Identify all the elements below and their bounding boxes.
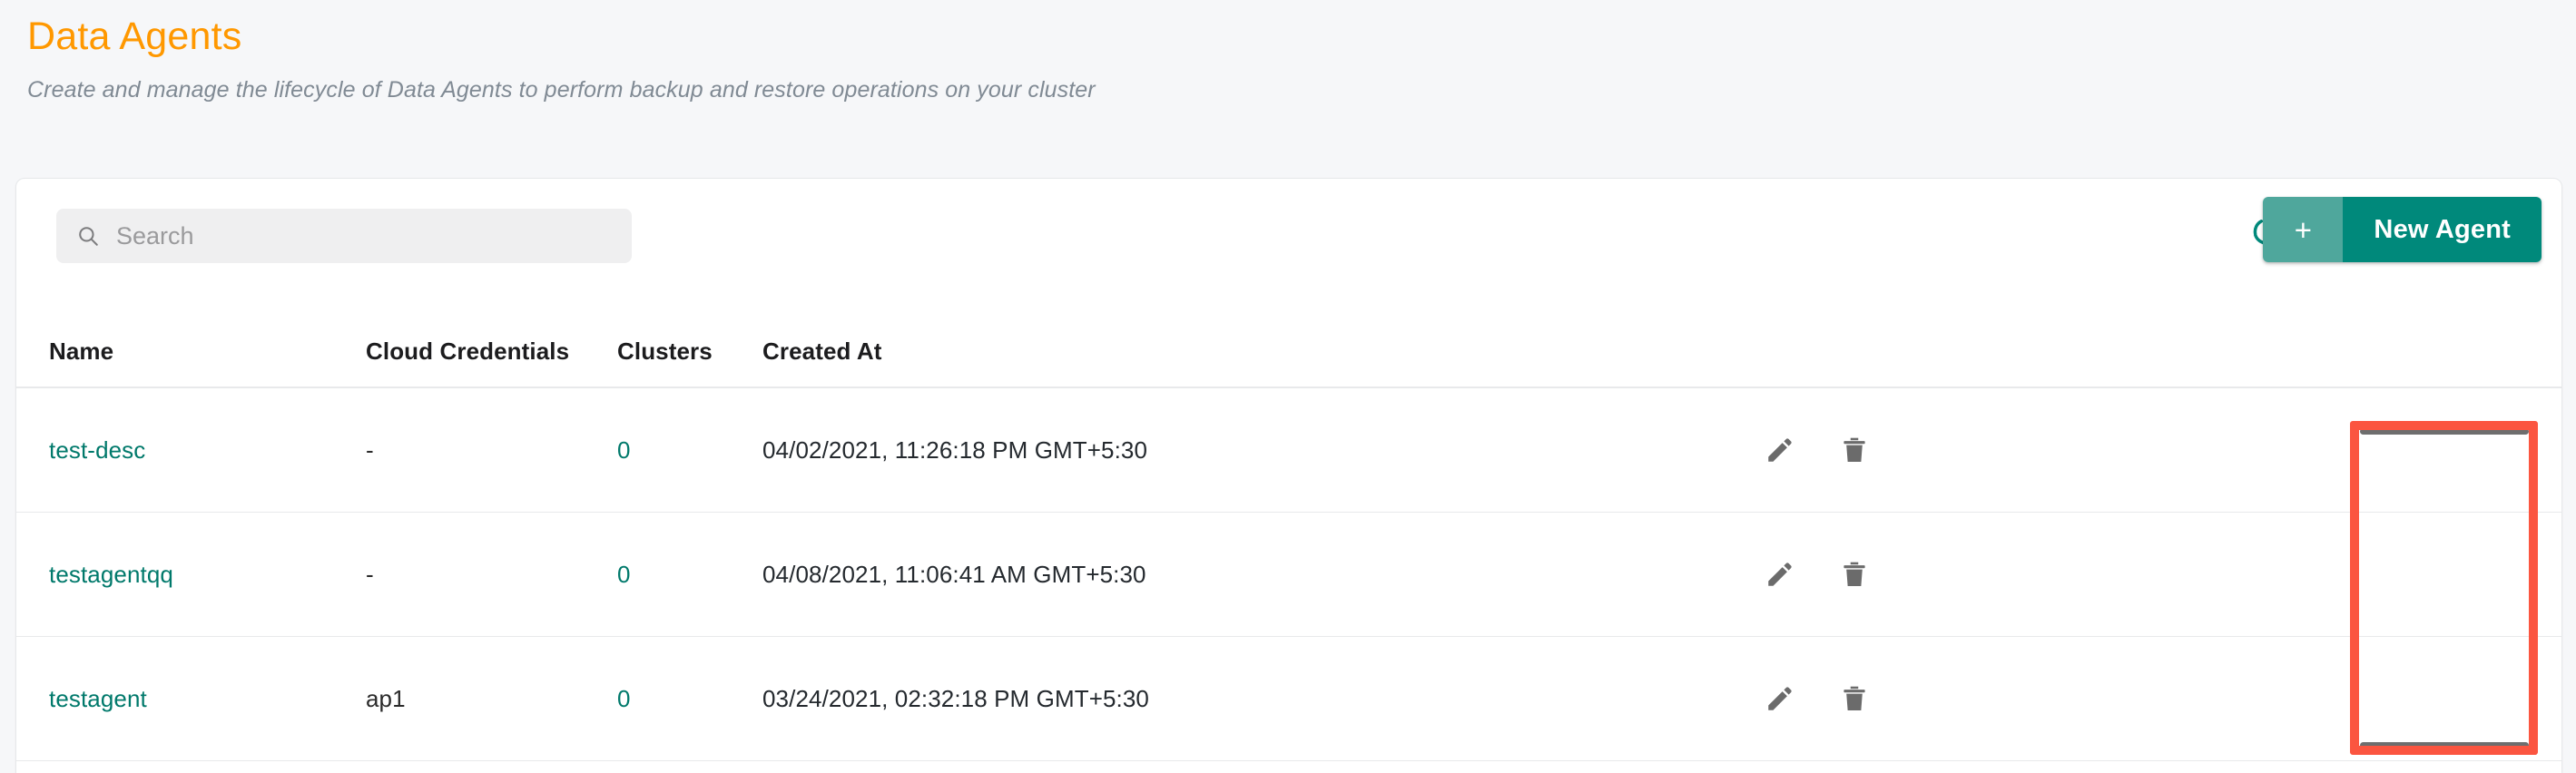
column-header-name: Name <box>49 338 114 365</box>
row-actions <box>1743 553 2561 595</box>
page-root: Data Agents Create and manage the lifecy… <box>0 0 2576 773</box>
delete-button[interactable] <box>1834 429 1875 471</box>
new-agent-button[interactable]: + New Agent <box>2263 197 2542 262</box>
table-toolbar: + New Agent <box>16 179 2561 317</box>
created-at-cell: 04/02/2021, 11:26:18 PM GMT+5:30 <box>762 435 1148 464</box>
delete-button[interactable] <box>1834 678 1875 719</box>
new-agent-label[interactable]: New Agent <box>2343 197 2542 262</box>
edit-icon <box>1768 563 1792 586</box>
actions-scrollbar-bottom[interactable] <box>2360 742 2529 749</box>
actions-scrollbar-top[interactable] <box>2360 428 2529 435</box>
table-row: testagentqq - 0 04/08/2021, 11:06:41 AM … <box>16 513 2561 637</box>
created-at-cell: 03/24/2021, 02:32:18 PM GMT+5:30 <box>762 684 1149 712</box>
row-actions <box>1743 429 2561 471</box>
table-header-row: Name Cloud Credentials Clusters Created … <box>16 317 2561 388</box>
delete-icon <box>1844 437 1865 463</box>
delete-icon <box>1844 686 1865 711</box>
column-header-cloud-credentials: Cloud Credentials <box>366 338 570 365</box>
edit-button[interactable] <box>1759 553 1801 595</box>
search-input[interactable] <box>116 218 632 254</box>
edit-button[interactable] <box>1759 429 1801 471</box>
created-at-cell: 04/08/2021, 11:06:41 AM GMT+5:30 <box>762 560 1146 588</box>
data-agents-card: + New Agent Name Cloud Credentials Clust… <box>15 178 2562 773</box>
delete-icon <box>1844 562 1865 587</box>
search-icon <box>79 227 98 246</box>
row-actions <box>1743 678 2561 719</box>
page-header: Data Agents Create and manage the lifecy… <box>27 13 2478 103</box>
clusters-link[interactable]: 0 <box>617 436 762 465</box>
clusters-link[interactable]: 0 <box>617 685 762 713</box>
agent-name-link[interactable]: test-desc <box>16 436 366 465</box>
agent-name-link[interactable]: testagentqq <box>16 561 366 589</box>
clusters-link[interactable]: 0 <box>617 561 762 589</box>
cloud-credentials-cell: ap1 <box>366 684 406 712</box>
agent-name-link[interactable]: testagent <box>16 685 366 713</box>
column-header-created-at: Created At <box>762 338 882 365</box>
column-header-clusters: Clusters <box>617 338 713 365</box>
new-agent-plus-icon[interactable]: + <box>2263 197 2344 262</box>
table-row-partial <box>16 761 2561 773</box>
edit-button[interactable] <box>1759 678 1801 719</box>
page-subtitle: Create and manage the lifecycle of Data … <box>27 77 1096 103</box>
delete-button[interactable] <box>1834 553 1875 595</box>
edit-icon <box>1768 687 1792 710</box>
page-title: Data Agents <box>27 15 242 58</box>
edit-icon <box>1768 438 1792 462</box>
search-box[interactable] <box>56 209 632 263</box>
data-agents-table: Name Cloud Credentials Clusters Created … <box>16 317 2561 773</box>
table-row: testagent ap1 0 03/24/2021, 02:32:18 PM … <box>16 637 2561 761</box>
cloud-credentials-cell: - <box>366 560 374 588</box>
cloud-credentials-cell: - <box>366 435 374 464</box>
table-row: test-desc - 0 04/02/2021, 11:26:18 PM GM… <box>16 388 2561 513</box>
